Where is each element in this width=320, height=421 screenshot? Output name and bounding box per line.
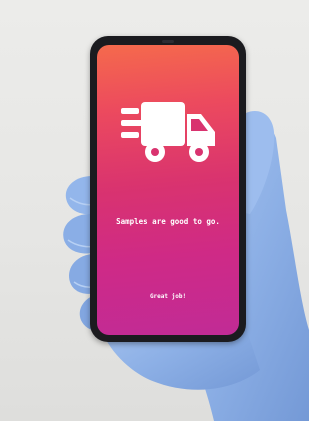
- smartphone: Samples are good to go. Great job!: [90, 36, 246, 342]
- phone-camera: [162, 40, 174, 43]
- delivery-truck-icon: [121, 102, 215, 162]
- success-headline: Samples are good to go.: [116, 217, 220, 226]
- photo-scene: Samples are good to go. Great job!: [0, 0, 309, 421]
- success-subline: Great job!: [149, 293, 187, 300]
- phone-screen: Samples are good to go. Great job!: [97, 45, 239, 335]
